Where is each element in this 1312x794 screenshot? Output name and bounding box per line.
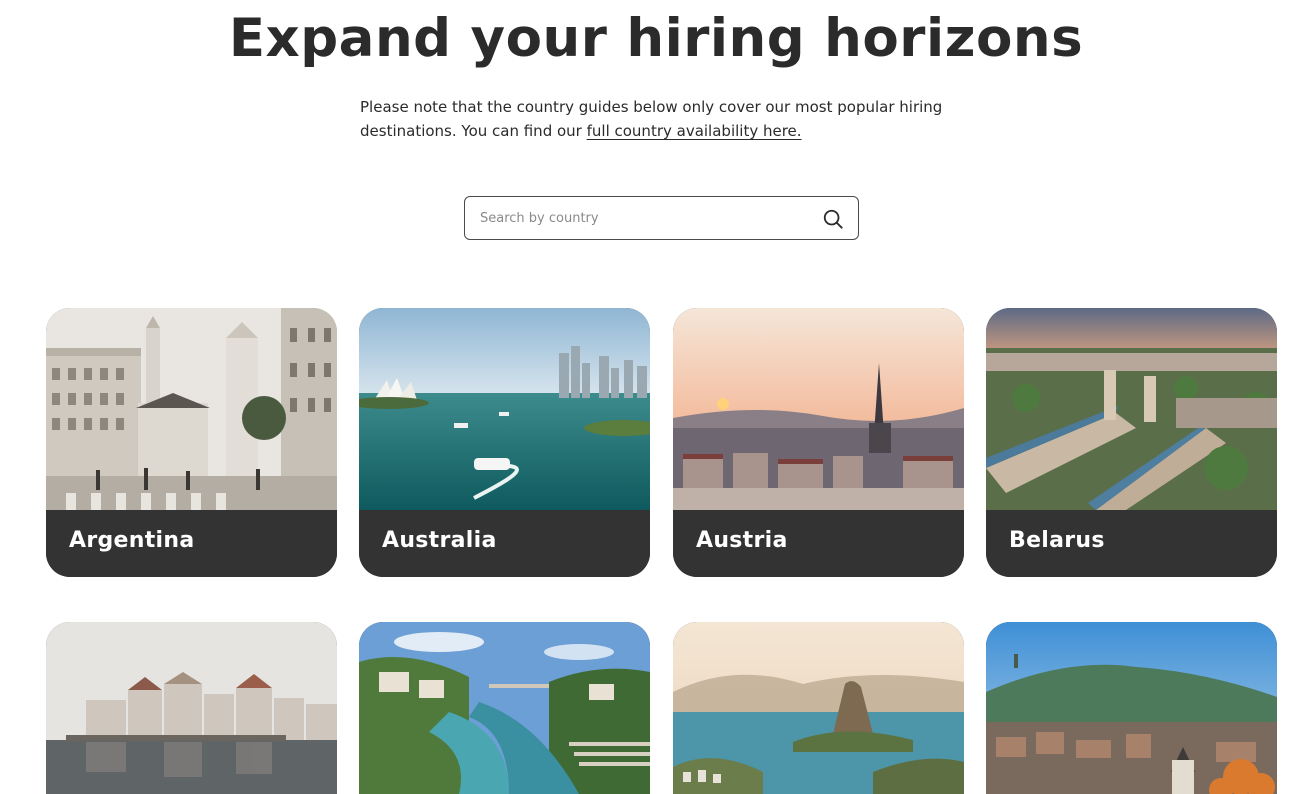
country-card-label-bar: Belarus — [986, 510, 1277, 577]
country-name: Belarus — [1009, 528, 1105, 553]
belarus-photo — [986, 308, 1277, 510]
country-card-label-bar: Australia — [359, 510, 650, 577]
country-card-8[interactable] — [986, 622, 1277, 794]
country-card-5[interactable] — [46, 622, 337, 794]
country-card-belarus[interactable]: Belarus — [986, 308, 1277, 577]
country-card-label-bar: Argentina — [46, 510, 337, 577]
country-card-8-photo — [986, 622, 1277, 794]
country-name: Austria — [696, 528, 788, 553]
australia-photo — [359, 308, 650, 510]
argentina-photo — [46, 308, 337, 510]
country-card-7-photo — [673, 622, 964, 794]
country-card-6-photo — [359, 622, 650, 794]
country-card-6[interactable] — [359, 622, 650, 794]
country-card-7[interactable] — [673, 622, 964, 794]
country-card-australia[interactable]: Australia — [359, 308, 650, 577]
country-card-5-photo — [46, 622, 337, 794]
austria-photo — [673, 308, 964, 510]
country-grid: Argentina Australia Austria Belarus — [0, 0, 1312, 794]
country-card-argentina[interactable]: Argentina — [46, 308, 337, 577]
country-card-austria[interactable]: Austria — [673, 308, 964, 577]
country-name: Argentina — [69, 528, 195, 553]
country-card-label-bar: Austria — [673, 510, 964, 577]
country-name: Australia — [382, 528, 497, 553]
